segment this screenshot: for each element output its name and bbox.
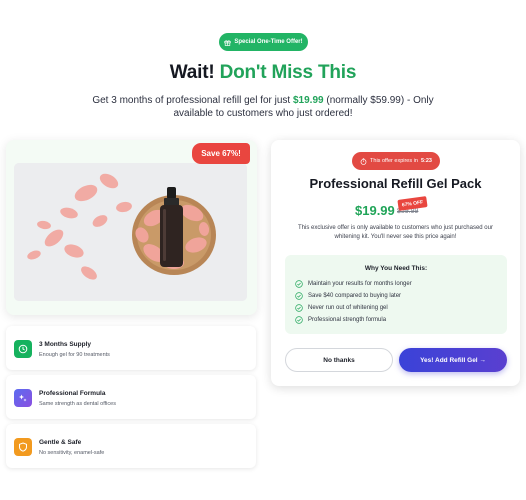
product-image bbox=[14, 163, 247, 301]
special-offer-label: Special One-Time Offer! bbox=[234, 39, 303, 45]
no-thanks-button[interactable]: No thanks bbox=[285, 348, 393, 372]
feature-title: Gentle & Safe bbox=[39, 439, 82, 446]
headline-lead: Wait! bbox=[169, 62, 215, 83]
why-item: Professional strength formula bbox=[295, 316, 386, 324]
feature-subtitle: No sensitivity, enamel-safe bbox=[39, 450, 105, 456]
timer-value: 5:23 bbox=[420, 158, 432, 164]
offer-timer-badge: This offer expires in 5:23 bbox=[352, 152, 440, 170]
feature-card-gentle: Gentle & Safe No sensitivity, enamel-saf… bbox=[6, 424, 256, 468]
timer-prefix: This offer expires in bbox=[370, 158, 418, 164]
offer-description: This exclusive offer is only available t… bbox=[298, 225, 493, 240]
special-offer-badge: Special One-Time Offer! bbox=[219, 33, 308, 51]
offer-price: $19.99 bbox=[355, 203, 395, 218]
subline-price: $19.99 bbox=[293, 95, 324, 106]
offer-title: Professional Refill Gel Pack bbox=[309, 176, 482, 191]
why-item-text: Never run out of whitening gel bbox=[308, 305, 388, 311]
feature-title: 3 Months Supply bbox=[39, 341, 91, 348]
sparkle-icon bbox=[14, 389, 32, 407]
headline-accent: Don't Miss This bbox=[219, 62, 357, 83]
why-item: Maintain your results for months longer bbox=[295, 280, 412, 288]
feature-title: Professional Formula bbox=[39, 390, 106, 397]
check-circle-icon bbox=[295, 316, 303, 324]
feature-subtitle: Same strength as dental offices bbox=[39, 401, 116, 407]
clock-icon bbox=[14, 340, 32, 358]
subline-before: Get 3 months of professional refill gel … bbox=[92, 95, 293, 106]
check-circle-icon bbox=[295, 292, 303, 300]
stopwatch-icon bbox=[360, 157, 367, 165]
feature-card-formula: Professional Formula Same strength as de… bbox=[6, 375, 256, 419]
why-item-text: Maintain your results for months longer bbox=[308, 281, 412, 287]
check-circle-icon bbox=[295, 280, 303, 288]
why-title: Why You Need This: bbox=[364, 265, 428, 272]
shield-icon bbox=[14, 438, 32, 456]
page-headline: Wait! Don't Miss This bbox=[0, 62, 526, 84]
save-percentage-badge: Save 67%! bbox=[192, 143, 250, 164]
feature-card-supply: 3 Months Supply Enough gel for 90 treatm… bbox=[6, 326, 256, 370]
why-item: Save $40 compared to buying later bbox=[295, 292, 401, 300]
gift-icon bbox=[224, 39, 232, 46]
page-subline: Get 3 months of professional refill gel … bbox=[80, 94, 446, 120]
why-item-text: Save $40 compared to buying later bbox=[308, 293, 402, 299]
check-circle-icon bbox=[295, 304, 303, 312]
add-refill-gel-button[interactable]: Yes! Add Refill Gel → bbox=[399, 348, 507, 372]
feature-subtitle: Enough gel for 90 treatments bbox=[39, 352, 110, 358]
why-item: Never run out of whitening gel bbox=[295, 304, 388, 312]
why-item-text: Professional strength formula bbox=[308, 317, 387, 323]
